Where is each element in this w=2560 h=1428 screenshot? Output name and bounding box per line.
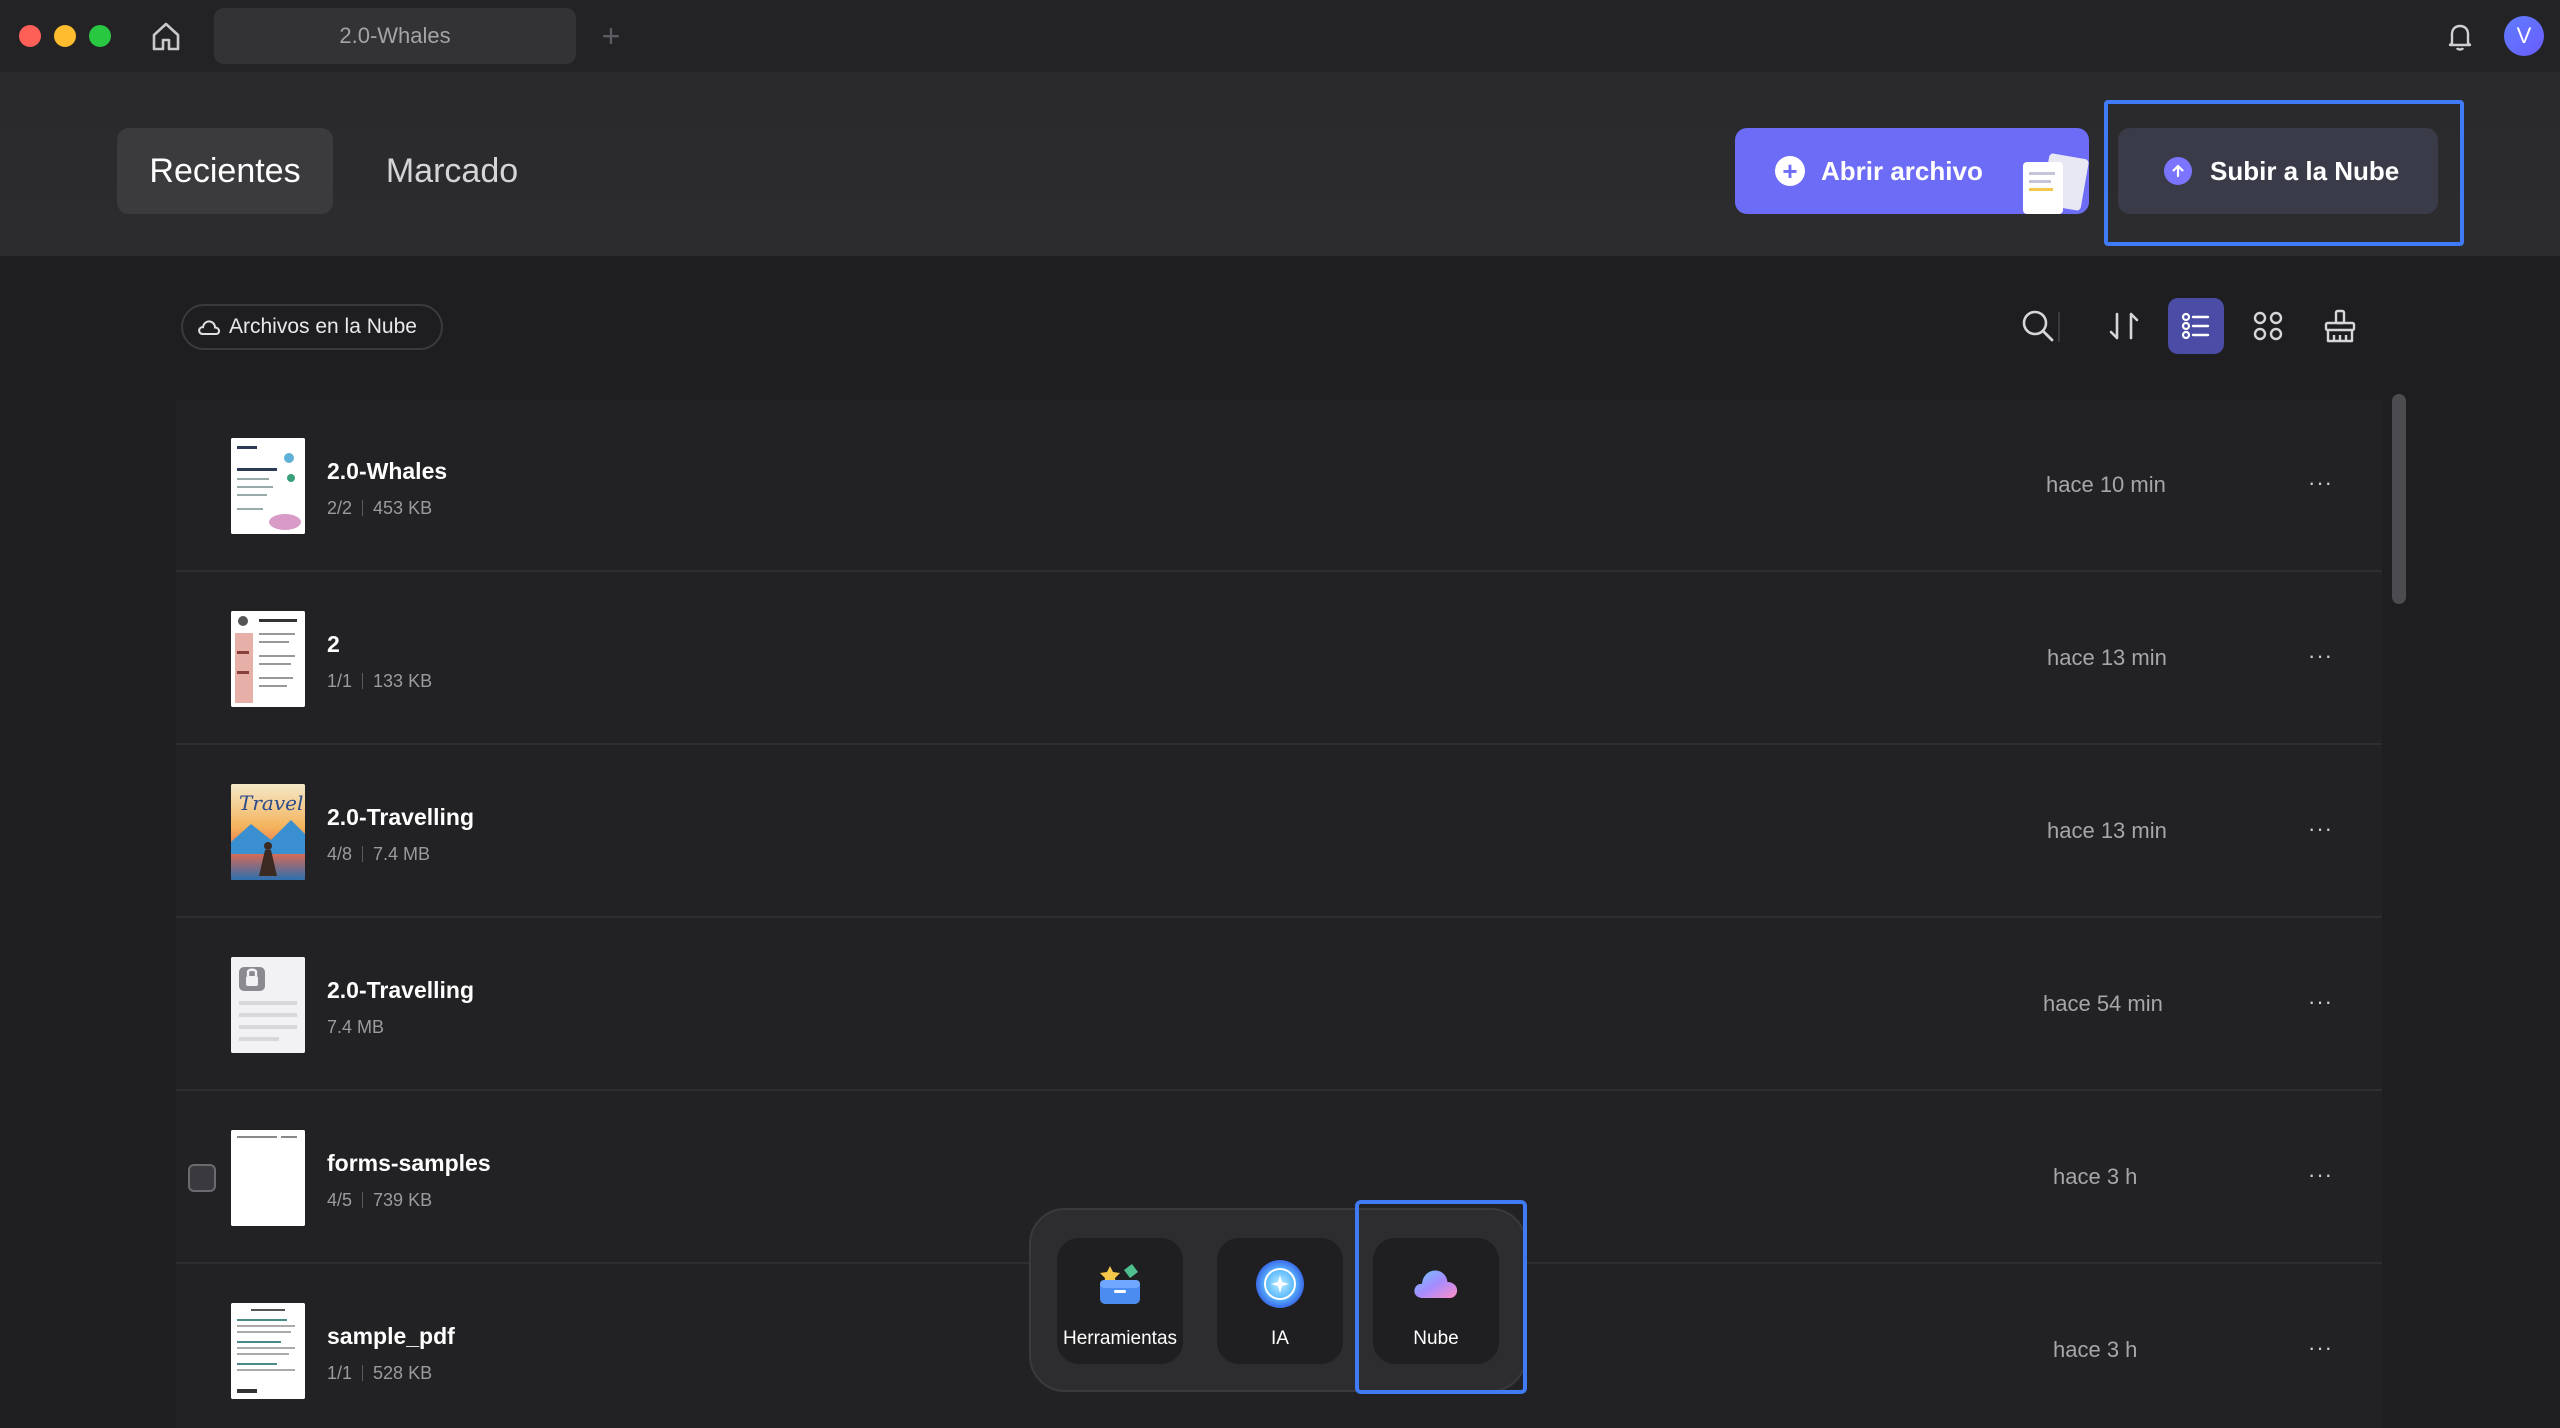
file-meta: 1/1 133 KB (327, 671, 432, 692)
file-meta: 4/8 7.4 MB (327, 844, 430, 865)
clear-icon[interactable] (2320, 306, 2360, 346)
file-select-checkbox[interactable] (188, 1164, 216, 1192)
file-modified-time: hace 10 min (2046, 472, 2166, 497)
cloud-highlight-frame (1355, 1200, 1527, 1394)
file-pages: 4/8 (327, 844, 353, 864)
file-modified-time: hace 13 min (2047, 645, 2167, 670)
more-options-icon[interactable]: ··· (2308, 1335, 2333, 1361)
more-options-icon[interactable]: ··· (2308, 989, 2333, 1015)
open-file-label: Abrir archivo (1821, 155, 1983, 186)
file-size: 739 KB (373, 1190, 433, 1210)
file-pages: 1/1 (327, 1363, 353, 1383)
file-modified-time: hace 54 min (2043, 991, 2163, 1016)
cloud-outline-icon (198, 320, 221, 335)
file-row[interactable]: Travel 2.0-Travelling 4/8 7.4 MB hace 13 … (176, 746, 2382, 918)
file-list-scrollbar[interactable] (2392, 394, 2406, 604)
plus-icon: + (1775, 156, 1805, 186)
home-icon[interactable] (148, 18, 184, 54)
sort-icon[interactable] (2104, 306, 2144, 346)
more-options-icon[interactable]: ··· (2308, 1162, 2333, 1188)
file-size: 7.4 MB (373, 844, 431, 864)
file-modified-time: hace 3 h (2053, 1337, 2138, 1362)
file-name: 2.0-Whales (327, 458, 448, 484)
tab-recientes[interactable]: Recientes (117, 128, 333, 214)
file-row[interactable]: 2.0-Whales 2/2 453 KB hace 10 min ··· (176, 400, 2382, 572)
file-meta: 4/5 739 KB (327, 1190, 432, 1211)
file-size: 528 KB (373, 1363, 433, 1383)
file-name: sample_pdf (327, 1323, 455, 1349)
file-thumbnail (231, 1130, 305, 1226)
file-size: 133 KB (373, 671, 433, 691)
svg-text:Travel: Travel (239, 791, 303, 815)
locked-file-thumbnail (231, 957, 305, 1053)
file-pages: 2/2 (327, 498, 353, 518)
avatar[interactable]: V (2504, 16, 2544, 56)
maximize-window-button[interactable] (89, 25, 111, 47)
close-window-button[interactable] (19, 25, 41, 47)
toolbox-icon (1100, 1264, 1140, 1304)
file-name: 2.0-Travelling (327, 804, 475, 830)
dock-ai-button[interactable]: IA (1217, 1238, 1343, 1364)
toolbar-divider (2058, 312, 2060, 342)
ai-assistant-icon (1256, 1260, 1304, 1308)
file-pages: 4/5 (327, 1190, 353, 1210)
minimize-window-button[interactable] (54, 25, 76, 47)
title-bar: 2.0-Whales + V (0, 0, 2560, 72)
tab-marcado[interactable]: Marcado (362, 128, 542, 214)
file-row[interactable]: 2.0-Travelling 7.4 MB hace 54 min ··· (176, 919, 2382, 1091)
file-meta: 7.4 MB (327, 1017, 384, 1038)
file-thumbnail (231, 611, 305, 707)
file-modified-time: hace 3 h (2053, 1164, 2138, 1189)
open-file-button[interactable]: + Abrir archivo (1735, 128, 2089, 214)
file-pages: 1/1 (327, 671, 353, 691)
document-tab[interactable]: 2.0-Whales (214, 8, 576, 64)
grid-view-icon[interactable] (2248, 306, 2288, 346)
file-name: forms-samples (327, 1150, 491, 1176)
file-size: 453 KB (373, 498, 433, 518)
more-options-icon[interactable]: ··· (2308, 816, 2333, 842)
cloud-files-label: Archivos en la Nube (229, 315, 417, 338)
dock-tools-button[interactable]: Herramientas (1057, 1238, 1183, 1364)
search-icon[interactable] (2018, 306, 2058, 346)
file-meta: 2/2 453 KB (327, 498, 432, 519)
documents-illustration-icon (2023, 153, 2089, 214)
file-meta: 1/1 528 KB (327, 1363, 432, 1384)
more-options-icon[interactable]: ··· (2308, 470, 2333, 496)
file-thumbnail: Travel (231, 784, 305, 880)
bell-icon[interactable] (2442, 18, 2478, 54)
file-name: 2 (327, 631, 340, 657)
new-tab-button[interactable]: + (596, 18, 626, 54)
file-thumbnail (231, 438, 305, 534)
dock-ai-label: IA (1271, 1328, 1289, 1349)
dock-tools-label: Herramientas (1062, 1328, 1178, 1349)
cloud-files-filter[interactable]: Archivos en la Nube (181, 304, 443, 350)
upload-highlight-frame (2104, 100, 2464, 246)
file-name: 2.0-Travelling (327, 977, 475, 1003)
more-options-icon[interactable]: ··· (2308, 643, 2333, 669)
file-modified-time: hace 13 min (2047, 818, 2167, 843)
file-thumbnail (231, 1303, 305, 1399)
list-view-icon[interactable] (2168, 298, 2224, 354)
file-size: 7.4 MB (327, 1017, 385, 1037)
file-row[interactable]: 2 1/1 133 KB hace 13 min ··· (176, 573, 2382, 745)
document-tab-title: 2.0-Whales (339, 23, 451, 48)
